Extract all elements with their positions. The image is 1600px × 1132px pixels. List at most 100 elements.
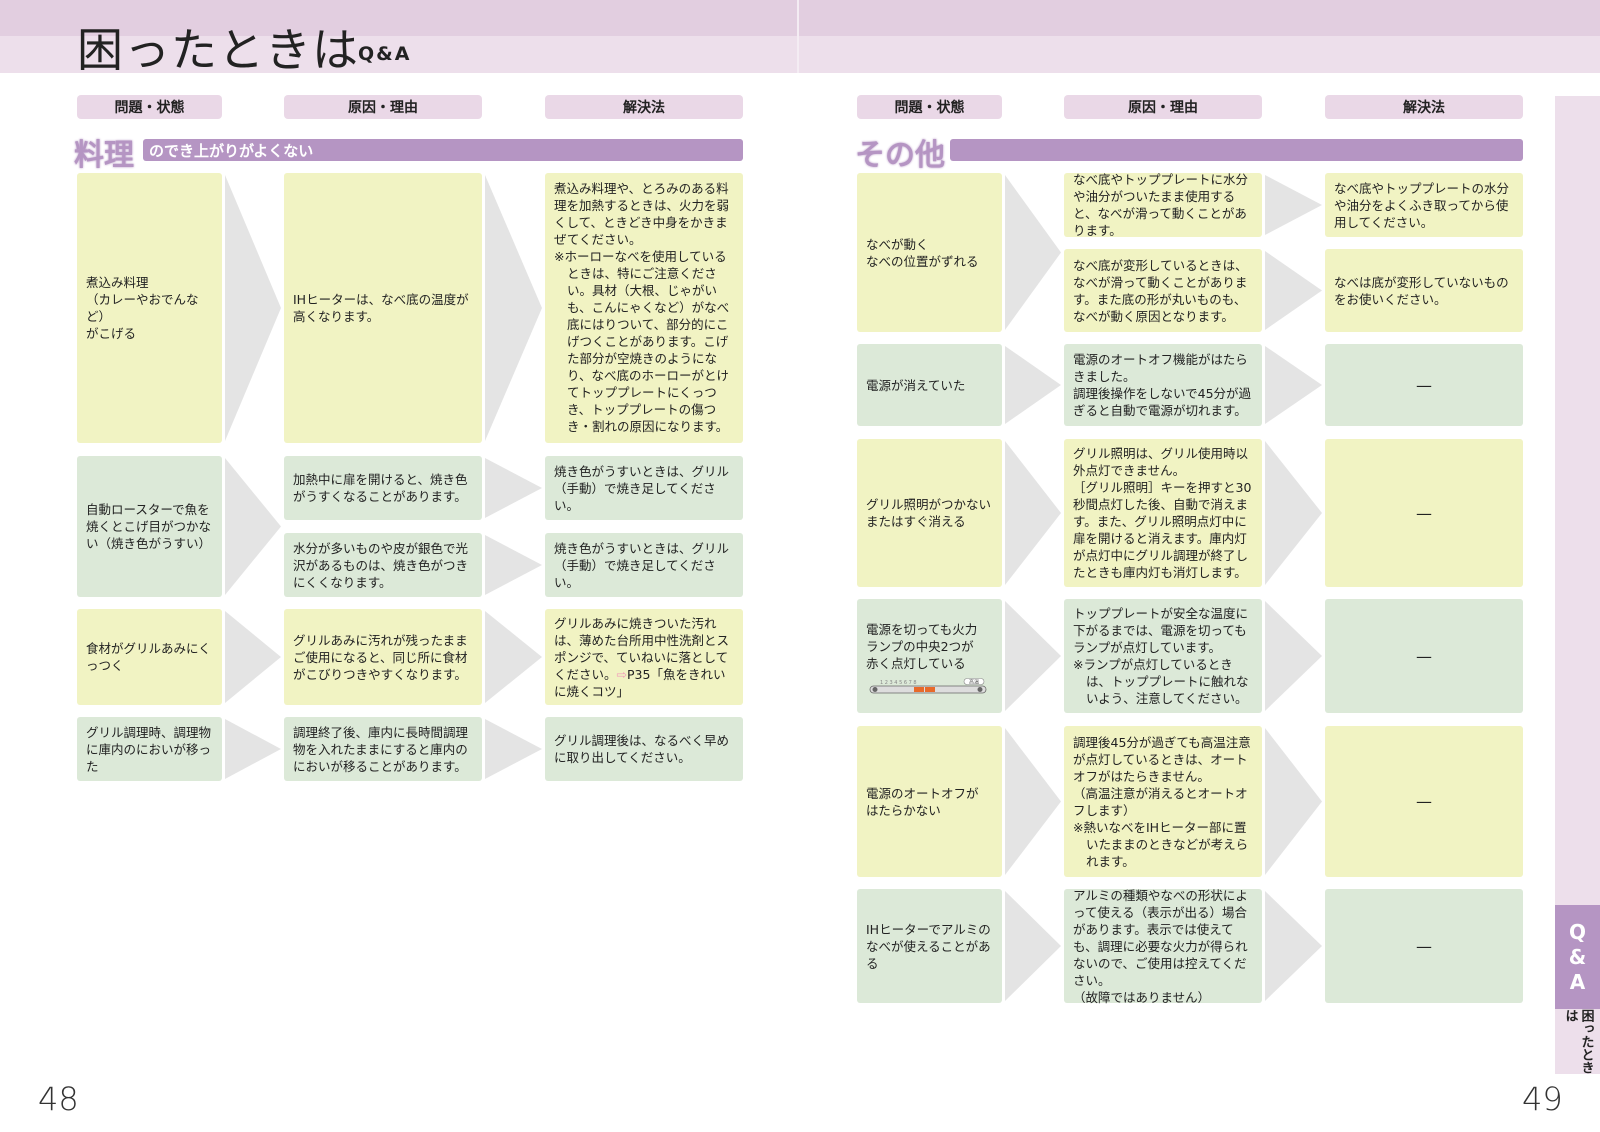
cause-text: なべ底が変形しているときは、なべが滑って動くことがあります。また底の形が丸いもの… bbox=[1073, 257, 1248, 324]
cause-cell: 水分が多いものや皮が銀色で光沢があるものは、焼き色がつきにくくなります。 bbox=[284, 533, 482, 597]
flow-arrow bbox=[1005, 601, 1061, 711]
cause-cell: トッププレートが安全な温度に下がるまでは、電源を切ってもランプが点灯しています。… bbox=[1064, 599, 1262, 713]
cause-text: アルミの種類やなべの形状によって使える（表示が出る）場合があります。表示では使え… bbox=[1073, 887, 1248, 1005]
cause-cell: IHヒーターは、なべ底の温度が高くなります。 bbox=[284, 173, 482, 443]
solution-cell: グリル調理後は、なるべく早めに取り出してください。 bbox=[545, 717, 743, 781]
flow-arrow bbox=[1265, 891, 1322, 1001]
solution-note: ※ホーローなべを使用しているときは、特にご注意ください。具材（大根、じゃがいも、… bbox=[554, 248, 730, 434]
cause-text: 電源のオートオフ機能がはたらきました。 調理後操作をしないで45分が過ぎると自動… bbox=[1073, 352, 1252, 418]
solution-dash: — bbox=[1416, 792, 1432, 811]
cause-cell: 加熱中に扉を開けると、焼き色がうすくなることがあります。 bbox=[284, 456, 482, 520]
cause-cell: なべ底が変形しているときは、なべが滑って動くことがあります。また底の形が丸いもの… bbox=[1064, 249, 1262, 332]
solution-cell: — bbox=[1325, 599, 1523, 713]
page-divider bbox=[797, 0, 799, 73]
flow-arrow bbox=[1265, 251, 1322, 330]
page-link-arrow-icon: ⇨ bbox=[616, 666, 627, 682]
problem-text: グリル照明がつかない またはすぐ消える bbox=[866, 497, 992, 529]
lamp-lit-segment bbox=[914, 687, 924, 692]
flow-arrow bbox=[1265, 175, 1322, 235]
cause-cell: 調理終了後、庫内に長時間調理物を入れたままにすると庫内のにおいが移ることがありま… bbox=[284, 717, 482, 781]
flow-arrow bbox=[485, 175, 542, 441]
flow-arrow bbox=[225, 175, 281, 441]
problem-text: 電源を切っても火力 ランプの中央2つが 赤く点灯している bbox=[866, 622, 978, 671]
problem-cell: 食材がグリルあみにくっつく bbox=[77, 609, 222, 705]
flow-arrow bbox=[1005, 728, 1061, 875]
solution-cell: なべ底やトッププレートの水分や油分をよくふき取ってから使用してください。 bbox=[1325, 173, 1523, 237]
solution-text: グリル調理後は、なるべく早めに取り出してください。 bbox=[554, 733, 730, 765]
heat-level-lamp-icon: 1 2 3 4 5 6 7 8 高温 bbox=[869, 678, 987, 694]
solution-text: なべは底が変形していないものをお使いください。 bbox=[1334, 274, 1509, 307]
flow-arrow bbox=[485, 535, 542, 595]
problem-text: 煮込み料理 （カレーやおでんなど） がこげる bbox=[86, 275, 199, 341]
high-temp-label: 高温 bbox=[969, 679, 979, 686]
cause-note: ※熱いなべをIHヒーター部に置いたままのときなどが考えられます。 bbox=[1073, 819, 1249, 869]
solution-dash: — bbox=[1416, 503, 1432, 523]
solution-cell: なべは底が変形していないものをお使いください。 bbox=[1325, 249, 1523, 332]
cause-text: IHヒーターは、なべ底の温度が高くなります。 bbox=[293, 292, 469, 324]
side-tab-qa[interactable]: Q & A bbox=[1555, 905, 1600, 1009]
section-bar-other bbox=[950, 139, 1523, 161]
section-bar-cooking: のでき上がりがよくない bbox=[143, 139, 743, 161]
page-number-left: 48 bbox=[38, 1080, 79, 1118]
column-header-problem: 問題・状態 bbox=[857, 95, 1002, 119]
flow-arrow bbox=[1265, 728, 1322, 875]
cause-cell: アルミの種類やなべの形状によって使える（表示が出る）場合があります。表示では使え… bbox=[1064, 887, 1262, 1005]
cause-text: グリル照明は、グリル使用時以外点灯できません。 ［グリル照明］キーを押すと30秒… bbox=[1073, 446, 1252, 580]
solution-text: なべ底やトッププレートの水分や油分をよくふき取ってから使用してください。 bbox=[1334, 180, 1510, 230]
cause-text: 調理終了後、庫内に長時間調理物を入れたままにすると庫内のにおいが移ることがありま… bbox=[293, 724, 469, 774]
problem-text: グリル調理時、調理物に庫内のにおいが移った bbox=[86, 724, 212, 774]
flow-arrow bbox=[1005, 441, 1061, 585]
problem-cell: 電源を切っても火力 ランプの中央2つが 赤く点灯している bbox=[857, 599, 1002, 713]
problem-text: 食材がグリルあみにくっつく bbox=[86, 641, 211, 673]
flow-arrow bbox=[1005, 346, 1061, 424]
solution-dash: — bbox=[1416, 375, 1432, 395]
lamp-scale-text: 1 2 3 4 5 6 7 8 bbox=[880, 680, 917, 686]
solution-cell: — bbox=[1325, 439, 1523, 587]
solution-text: グリルあみに焼きついた汚れは、薄めた台所用中性洗剤とスポンジで、ていねいに落とし… bbox=[554, 615, 734, 700]
problem-cell: IHヒーターでアルミのなべが使えることがある bbox=[857, 889, 1002, 1003]
page-title: 困ったときは bbox=[77, 23, 359, 77]
page-number-right: 49 bbox=[1522, 1080, 1563, 1118]
cause-note: ※ランプが点灯しているときは、トッププレートに触れないよう、注意してください。 bbox=[1073, 657, 1249, 706]
flow-arrow bbox=[225, 458, 281, 595]
lamp-knob-right bbox=[977, 687, 983, 692]
solution-dash: — bbox=[1416, 936, 1432, 956]
side-tab-label: 困ったときは bbox=[1562, 1009, 1594, 1074]
solution-cell: 焼き色がうすいときは、グリル（手動）で焼き足してください。 bbox=[545, 533, 743, 597]
solution-cell: — bbox=[1325, 726, 1523, 877]
cause-cell: 調理後45分が過ぎても高温注意が点灯しているときは、オートオフがはたらきません。… bbox=[1064, 726, 1262, 877]
flow-arrow bbox=[1265, 346, 1322, 424]
cause-text: トッププレートが安全な温度に下がるまでは、電源を切ってもランプが点灯しています。 bbox=[1073, 606, 1249, 655]
problem-text: なべが動く なべの位置がずれる bbox=[866, 236, 979, 269]
lamp-knob-left bbox=[872, 687, 878, 692]
flow-arrow bbox=[485, 611, 542, 703]
cause-cell: グリルあみに汚れが残ったままご使用になると、同じ所に食材がこびりつきやすくなりま… bbox=[284, 609, 482, 705]
flow-arrow bbox=[225, 719, 281, 779]
problem-text: 自動ロースターで魚を焼くとこげ目がつかない（焼き色がうすい） bbox=[86, 502, 212, 551]
cause-text: 水分が多いものや皮が銀色で光沢があるものは、焼き色がつきにくくなります。 bbox=[293, 540, 469, 590]
lamp-lit-segment bbox=[925, 687, 935, 692]
flow-arrow bbox=[1005, 175, 1061, 330]
problem-text: 電源のオートオフが はたらかない bbox=[866, 785, 979, 818]
problem-cell: グリル照明がつかない またはすぐ消える bbox=[857, 439, 1002, 587]
page-title-qa: Q&A bbox=[358, 43, 412, 65]
flow-arrow bbox=[485, 458, 542, 518]
cause-text: なべ底やトッププレートに水分や油分がついたまま使用すると、なべが滑って動くことが… bbox=[1073, 172, 1249, 238]
column-header-cause: 原因・理由 bbox=[1064, 95, 1262, 119]
solution-text: 焼き色がうすいときは、グリル（手動）で焼き足してください。 bbox=[554, 463, 730, 513]
column-header-solution: 解決法 bbox=[545, 95, 743, 119]
problem-cell: 煮込み料理 （カレーやおでんなど） がこげる bbox=[77, 173, 222, 443]
cause-cell: 電源のオートオフ機能がはたらきました。 調理後操作をしないで45分が過ぎると自動… bbox=[1064, 344, 1262, 426]
solution-cell: 焼き色がうすいときは、グリル（手動）で焼き足してください。 bbox=[545, 456, 743, 520]
side-tab-q: Q bbox=[1568, 919, 1586, 944]
problem-text: 電源が消えていた bbox=[866, 377, 966, 393]
section-title-cooking: 料理 bbox=[73, 137, 136, 175]
solution-dash: — bbox=[1416, 646, 1432, 666]
flow-arrow bbox=[1265, 441, 1322, 585]
flow-arrow bbox=[485, 719, 542, 779]
column-header-problem: 問題・状態 bbox=[77, 95, 222, 119]
problem-cell: 自動ロースターで魚を焼くとこげ目がつかない（焼き色がうすい） bbox=[77, 456, 222, 597]
problem-text: IHヒーターでアルミのなべが使えることがある bbox=[866, 921, 991, 971]
column-header-solution: 解決法 bbox=[1325, 95, 1523, 119]
flow-arrow bbox=[1265, 601, 1322, 711]
